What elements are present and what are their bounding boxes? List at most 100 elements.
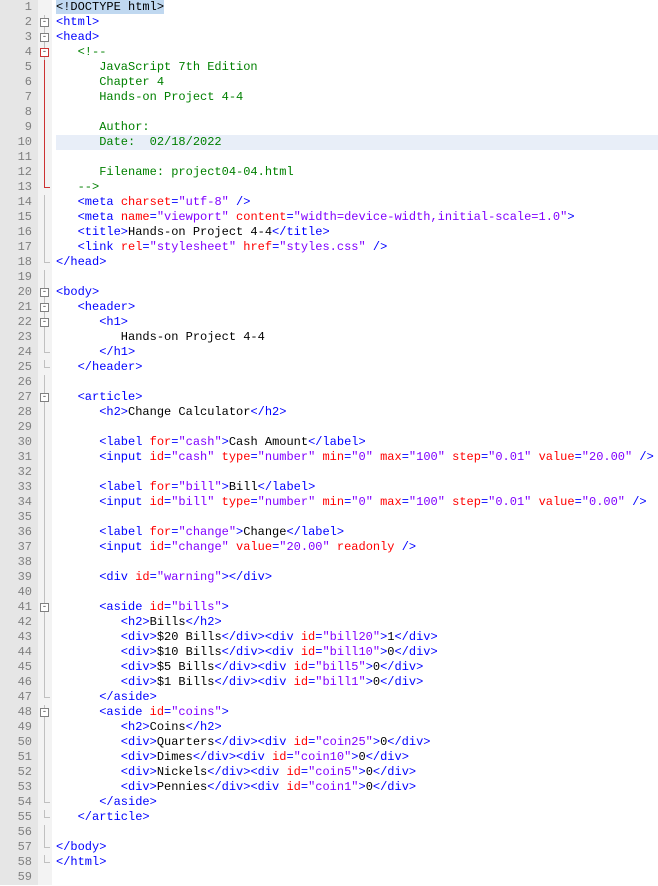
fold-toggle-icon[interactable]: - [40, 288, 49, 297]
code-line[interactable] [56, 375, 658, 390]
line-number: 54 [0, 795, 32, 810]
code-line[interactable] [56, 585, 658, 600]
code-token: id [150, 495, 164, 509]
line-number: 40 [0, 585, 32, 600]
code-line[interactable]: </article> [56, 810, 658, 825]
code-line[interactable]: <div>$5 Bills</div><div id="bill5">0</di… [56, 660, 658, 675]
fold-toggle-icon[interactable]: - [40, 318, 49, 327]
code-token: <div> [56, 645, 157, 659]
code-token: 0 [373, 660, 380, 674]
code-line[interactable]: <div>Dimes</div><div id="coin10">0</div> [56, 750, 658, 765]
code-line[interactable]: Chapter 4 [56, 75, 658, 90]
code-token: <input [56, 450, 150, 464]
code-line[interactable]: <div>$10 Bills</div><div id="bill10">0</… [56, 645, 658, 660]
code-line[interactable] [56, 105, 658, 120]
fold-toggle-icon[interactable]: - [40, 33, 49, 42]
fold-toggle-icon[interactable]: - [40, 603, 49, 612]
code-line[interactable]: <h2>Change Calculator</h2> [56, 405, 658, 420]
code-line[interactable]: </h1> [56, 345, 658, 360]
code-line[interactable]: <input id="change" value="20.00" readonl… [56, 540, 658, 555]
fold-cell [38, 150, 52, 165]
code-line[interactable]: <!DOCTYPE html> [56, 0, 658, 15]
code-line[interactable]: </head> [56, 255, 658, 270]
code-token: <aside [56, 705, 150, 719]
code-line[interactable]: <html> [56, 15, 658, 30]
code-token: "bill5" [315, 660, 365, 674]
code-line[interactable]: </html> [56, 855, 658, 870]
code-line[interactable]: <aside id="bills"> [56, 600, 658, 615]
code-line[interactable]: <h2>Coins</h2> [56, 720, 658, 735]
code-editor[interactable]: 1234567891011121314151617181920212223242… [0, 0, 658, 885]
code-line[interactable]: <div>Quarters</div><div id="coin25">0</d… [56, 735, 658, 750]
code-token: <div> [56, 735, 157, 749]
code-line[interactable]: Author: [56, 120, 658, 135]
code-token: id [272, 750, 286, 764]
code-line[interactable] [56, 270, 658, 285]
code-token: "change" [178, 525, 236, 539]
code-line[interactable] [56, 150, 658, 165]
fold-toggle-icon[interactable]: - [40, 708, 49, 717]
code-line[interactable]: Hands-on Project 4-4 [56, 330, 658, 345]
line-number: 1 [0, 0, 32, 15]
code-line[interactable]: <div>Nickels</div><div id="coin5">0</div… [56, 765, 658, 780]
code-line[interactable]: <meta name="viewport" content="width=dev… [56, 210, 658, 225]
code-area[interactable]: <!DOCTYPE html><html><head> <!-- JavaScr… [52, 0, 658, 885]
code-line[interactable]: <div>$20 Bills</div><div id="bill20">1</… [56, 630, 658, 645]
line-number: 29 [0, 420, 32, 435]
code-line[interactable]: <aside id="coins"> [56, 705, 658, 720]
code-line[interactable]: <div id="warning"></div> [56, 570, 658, 585]
code-line[interactable]: <head> [56, 30, 658, 45]
code-line[interactable]: <article> [56, 390, 658, 405]
code-token: id [150, 540, 164, 554]
code-line[interactable]: <label for="change">Change</label> [56, 525, 658, 540]
code-line[interactable]: <!-- [56, 45, 658, 60]
code-line[interactable] [56, 555, 658, 570]
code-token: id [294, 660, 308, 674]
code-line[interactable]: </aside> [56, 795, 658, 810]
line-number-gutter: 1234567891011121314151617181920212223242… [0, 0, 38, 885]
code-line[interactable]: <meta charset="utf-8" /> [56, 195, 658, 210]
code-token: <title> [56, 225, 128, 239]
code-line[interactable]: <input id="cash" type="number" min="0" m… [56, 450, 658, 465]
code-line[interactable] [56, 465, 658, 480]
code-line[interactable]: Date: 02/18/2022 [56, 135, 658, 150]
code-token: step [445, 450, 481, 464]
fold-cell: - [38, 600, 52, 615]
code-line[interactable]: </body> [56, 840, 658, 855]
code-line[interactable]: <div>Pennies</div><div id="coin1">0</div… [56, 780, 658, 795]
code-line[interactable] [56, 825, 658, 840]
code-line[interactable] [56, 510, 658, 525]
code-token: value [531, 450, 574, 464]
line-number: 4 [0, 45, 32, 60]
code-token: "100" [409, 495, 445, 509]
code-line[interactable] [56, 420, 658, 435]
fold-toggle-icon[interactable]: - [40, 303, 49, 312]
code-token: </div> [380, 675, 423, 689]
code-line[interactable]: <input id="bill" type="number" min="0" m… [56, 495, 658, 510]
code-line[interactable]: <div>$1 Bills</div><div id="bill1">0</di… [56, 675, 658, 690]
code-line[interactable] [56, 870, 658, 885]
code-line[interactable]: <title>Hands-on Project 4-4</title> [56, 225, 658, 240]
code-line[interactable]: --> [56, 180, 658, 195]
code-line[interactable]: <h2>Bills</h2> [56, 615, 658, 630]
code-line[interactable]: <label for="bill">Bill</label> [56, 480, 658, 495]
code-line[interactable]: Filename: project04-04.html [56, 165, 658, 180]
fold-toggle-icon[interactable]: - [40, 18, 49, 27]
code-token: <input [56, 540, 150, 554]
code-line[interactable]: </header> [56, 360, 658, 375]
code-line[interactable]: JavaScript 7th Edition [56, 60, 658, 75]
fold-cell [38, 270, 52, 285]
code-line[interactable]: <label for="cash">Cash Amount</label> [56, 435, 658, 450]
code-token: </div><div [214, 735, 293, 749]
code-line[interactable]: <h1> [56, 315, 658, 330]
code-line[interactable]: <link rel="stylesheet" href="styles.css"… [56, 240, 658, 255]
code-line[interactable]: </aside> [56, 690, 658, 705]
fold-column[interactable]: - - - - - - - - - [38, 0, 52, 885]
fold-toggle-icon[interactable]: - [40, 393, 49, 402]
code-line[interactable]: Hands-on Project 4-4 [56, 90, 658, 105]
code-line[interactable]: <body> [56, 285, 658, 300]
code-line[interactable]: <header> [56, 300, 658, 315]
fold-toggle-icon-open[interactable]: - [40, 48, 49, 57]
line-number: 20 [0, 285, 32, 300]
fold-cell [38, 345, 52, 360]
